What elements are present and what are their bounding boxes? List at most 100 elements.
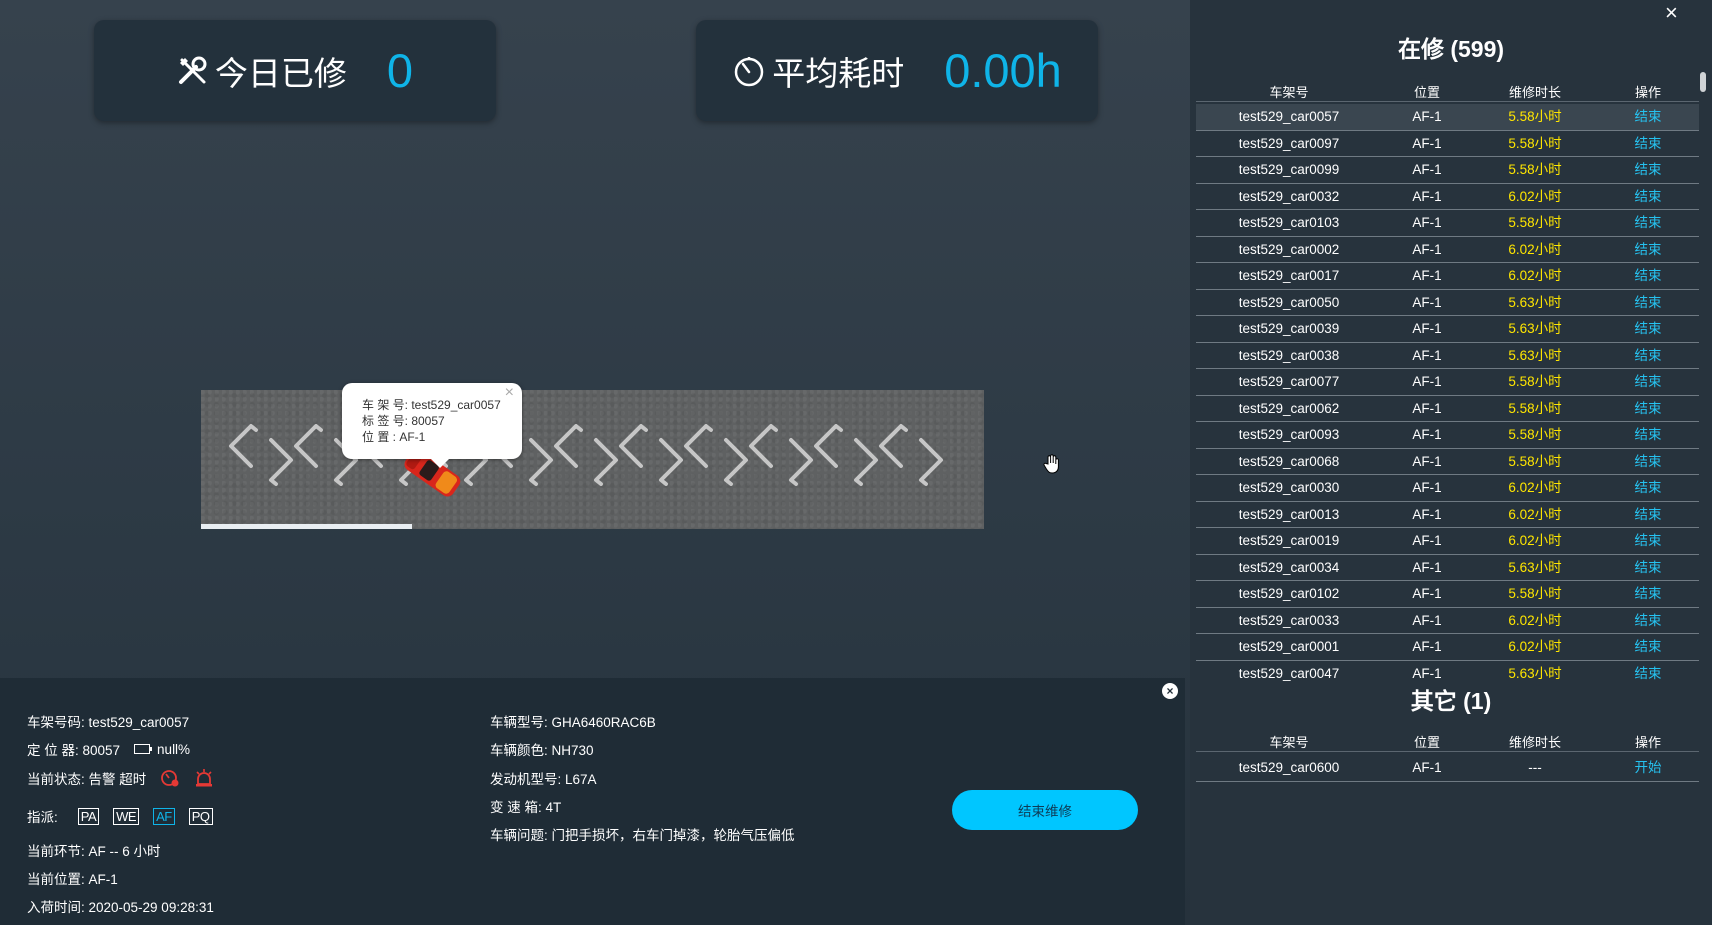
detail-current-position: 当前位置: AF-1 (27, 872, 118, 887)
row-action-link[interactable]: 结束 (1598, 661, 1698, 685)
row-action-link[interactable]: 结束 (1598, 475, 1698, 501)
parking-slot-mark (229, 424, 293, 486)
row-duration: 5.58小时 (1508, 400, 1562, 416)
row-frame-no: test529_car0039 (1238, 321, 1340, 336)
row-duration: 6.02小时 (1508, 188, 1562, 204)
row-position: AF-1 (1412, 241, 1442, 257)
row-frame-no: test529_car0017 (1238, 268, 1340, 283)
battery-value: null% (157, 741, 191, 757)
header-frame: 车架号 (1269, 735, 1309, 750)
scrollbar-thumb[interactable] (1700, 72, 1706, 92)
row-duration: 5.58小时 (1508, 586, 1562, 601)
table-row[interactable]: test529_car0068 AF-1 5.58小时 结束 (1196, 449, 1699, 475)
assign-tag-pq[interactable]: PQ (188, 807, 213, 825)
row-duration: 5.58小时 (1508, 109, 1562, 124)
table-row[interactable]: test529_car0097 AF-1 5.58小时 结束 (1196, 131, 1699, 157)
row-action-link[interactable]: 结束 (1598, 184, 1698, 210)
assign-tag-af[interactable]: AF (153, 807, 175, 825)
row-frame-no: test529_car0001 (1238, 639, 1340, 654)
table-row[interactable]: test529_car0001 AF-1 6.02小时 结束 (1196, 634, 1699, 661)
battery-icon (134, 744, 153, 754)
map-progress-bar (201, 524, 413, 529)
row-action-link[interactable]: 结束 (1598, 343, 1698, 369)
row-position: AF-1 (1412, 109, 1442, 124)
table-row[interactable]: test529_car0017 AF-1 6.02小时 结束 (1196, 263, 1699, 290)
detail-locator-row: 定 位 器: 80057 null% (27, 739, 190, 759)
row-duration: 6.02小时 (1508, 506, 1562, 522)
row-position: AF-1 (1412, 135, 1442, 151)
row-position: AF-1 (1412, 665, 1442, 681)
row-action-link[interactable]: 结束 (1598, 608, 1698, 634)
table-row[interactable]: test529_car0093 AF-1 5.58小时 结束 (1196, 422, 1699, 449)
table-row[interactable]: test529_car0019 AF-1 6.02小时 结束 (1196, 528, 1699, 555)
row-position: AF-1 (1412, 639, 1442, 654)
row-action-link[interactable]: 结束 (1598, 157, 1698, 183)
table-row[interactable]: test529_car0002 AF-1 6.02小时 结束 (1196, 237, 1699, 263)
row-action-link[interactable]: 结束 (1598, 104, 1698, 130)
row-duration: 5.58小时 (1508, 215, 1562, 230)
row-position: AF-1 (1412, 533, 1442, 548)
finish-repair-button[interactable]: 结束维修 (952, 790, 1138, 830)
detail-model: 车辆型号: GHA6460RAC6B (490, 715, 656, 730)
row-action-link[interactable]: 结束 (1598, 263, 1698, 289)
in-repair-scrollbar[interactable] (1699, 72, 1707, 682)
row-action-link[interactable]: 结束 (1598, 528, 1698, 554)
table-row[interactable]: test529_car0050 AF-1 5.63小时 结束 (1196, 290, 1699, 316)
table-row[interactable]: test529_car0038 AF-1 5.63小时 结束 (1196, 343, 1699, 369)
parking-map[interactable] (201, 390, 984, 529)
row-duration: 5.58小时 (1508, 427, 1562, 442)
row-duration: 6.02小时 (1508, 639, 1562, 654)
row-action-link[interactable]: 结束 (1598, 422, 1698, 448)
row-frame-no: test529_car0057 (1238, 109, 1340, 124)
detail-status: 当前状态: 告警 超时 (27, 772, 147, 787)
row-frame-no: test529_car0034 (1238, 559, 1340, 575)
repaired-today-value: 0 (386, 44, 414, 97)
row-action-link[interactable]: 结束 (1598, 290, 1698, 316)
header-action: 操作 (1634, 735, 1661, 750)
row-action-link[interactable]: 结束 (1598, 396, 1698, 422)
row-frame-no: test529_car0103 (1238, 215, 1340, 230)
row-action-link[interactable]: 结束 (1598, 502, 1698, 528)
parking-slots (229, 424, 943, 486)
row-action-link[interactable]: 开始 (1598, 755, 1698, 781)
row-action-link[interactable]: 结束 (1598, 634, 1698, 660)
popup-close-icon[interactable]: × (505, 385, 514, 401)
table-row[interactable]: test529_car0102 AF-1 5.58小时 结束 (1196, 581, 1699, 608)
table-row[interactable]: test529_car0600 AF-1 --- 开始 (1196, 755, 1699, 782)
table-row[interactable]: test529_car0103 AF-1 5.58小时 结束 (1196, 210, 1699, 237)
table-row[interactable]: test529_car0099 AF-1 5.58小时 结束 (1196, 157, 1699, 184)
detail-color: 车辆颜色: NH730 (490, 743, 594, 758)
table-row[interactable]: test529_car0047 AF-1 5.63小时 结束 (1196, 661, 1699, 685)
row-action-link[interactable]: 结束 (1598, 555, 1698, 581)
row-position: AF-1 (1412, 400, 1442, 416)
row-action-link[interactable]: 结束 (1598, 237, 1698, 263)
in-repair-title: 在修 (599) (1397, 36, 1505, 62)
table-row[interactable]: test529_car0057 AF-1 5.58小时 结束 (1196, 104, 1699, 131)
row-action-link[interactable]: 结束 (1598, 210, 1698, 236)
table-row[interactable]: test529_car0034 AF-1 5.63小时 结束 (1196, 555, 1699, 581)
table-row[interactable]: test529_car0013 AF-1 6.02小时 结束 (1196, 502, 1699, 528)
row-action-link[interactable]: 结束 (1598, 131, 1698, 157)
assign-tag-pa[interactable]: PA (77, 807, 100, 825)
table-row[interactable]: test529_car0039 AF-1 5.63小时 结束 (1196, 316, 1699, 343)
row-duration: 6.02小时 (1508, 268, 1562, 283)
row-position: AF-1 (1412, 321, 1442, 336)
table-row[interactable]: test529_car0033 AF-1 6.02小时 结束 (1196, 608, 1699, 634)
assign-tag-we[interactable]: WE (113, 807, 140, 825)
table-row[interactable]: test529_car0077 AF-1 5.58小时 结束 (1196, 369, 1699, 396)
row-position: AF-1 (1412, 427, 1442, 442)
row-action-link[interactable]: 结束 (1598, 449, 1698, 475)
row-duration: 5.63小时 (1508, 294, 1562, 310)
row-frame-no: test529_car0077 (1238, 374, 1340, 389)
row-action-link[interactable]: 结束 (1598, 369, 1698, 395)
table-row[interactable]: test529_car0030 AF-1 6.02小时 结束 (1196, 475, 1699, 502)
in-repair-table-body[interactable]: test529_car0057 AF-1 5.58小时 结束 test529_car00… (1196, 104, 1699, 684)
table-row[interactable]: test529_car0062 AF-1 5.58小时 结束 (1196, 396, 1699, 422)
side-close-icon[interactable]: × (1665, 0, 1678, 26)
table-row[interactable]: test529_car0032 AF-1 6.02小时 结束 (1196, 184, 1699, 210)
details-close-icon[interactable]: × (1162, 683, 1178, 699)
row-duration: 6.02小时 (1508, 241, 1562, 257)
detail-entry-time: 入荷时间: 2020-05-29 09:28:31 (27, 900, 214, 915)
row-action-link[interactable]: 结束 (1598, 581, 1698, 607)
row-action-link[interactable]: 结束 (1598, 316, 1698, 342)
